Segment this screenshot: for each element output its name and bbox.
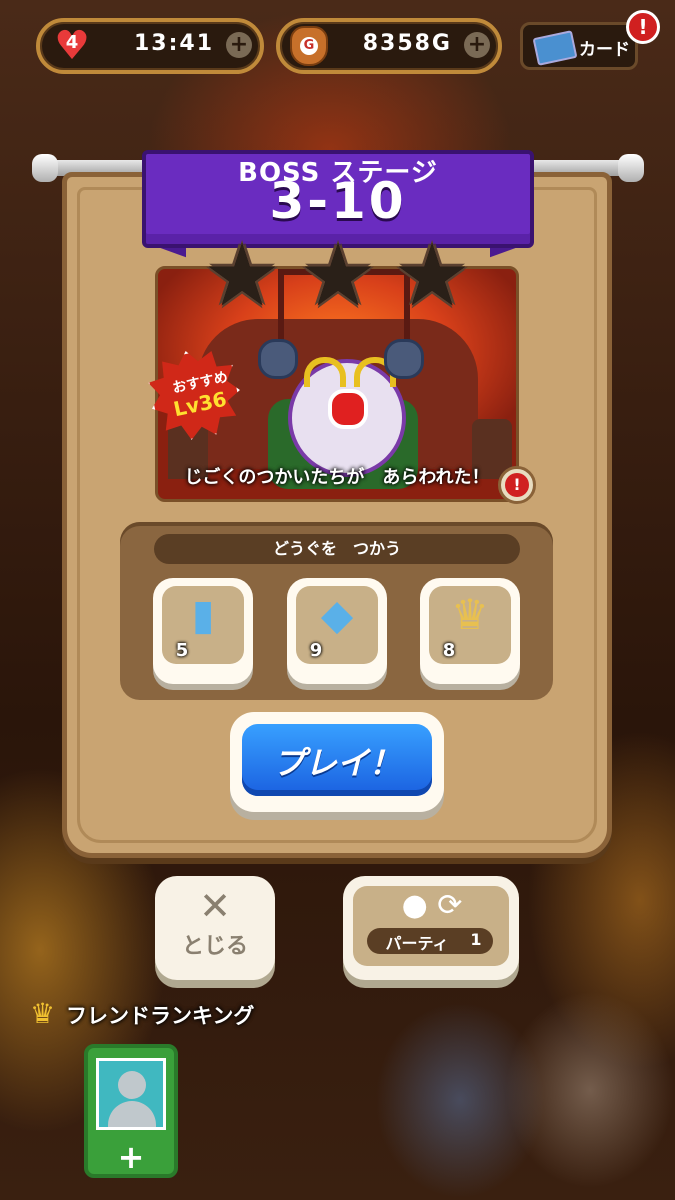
item-slot-crystal-bag[interactable]: ◆ 9 [287, 578, 387, 684]
item-slot-winged-crown[interactable]: ♛ 8 [420, 578, 520, 684]
add-friend-card[interactable]: + [84, 1044, 178, 1178]
monster-eye [328, 389, 368, 429]
add-gold-button[interactable]: + [464, 32, 490, 58]
add-icon: + [117, 1138, 145, 1176]
items-label: どうぐを つかう [154, 534, 520, 564]
add-stamina-button[interactable]: + [226, 32, 252, 58]
stage-info-button[interactable]: ! [498, 466, 536, 504]
item-count: 8 [442, 640, 456, 661]
scroll-rod-end-right [618, 154, 644, 182]
star-2-empty: ★ [299, 226, 377, 326]
gold-amount: 8358G [362, 31, 452, 56]
avatar [96, 1058, 166, 1130]
play-button[interactable]: プレイ！ [230, 712, 444, 812]
stage-number: 3-10 [269, 172, 407, 230]
item-count: 9 [309, 640, 323, 661]
friend-ranking-label: フレンドランキング [66, 1004, 255, 1028]
card-icon [532, 30, 578, 66]
gold-bag-icon: G [290, 26, 328, 66]
close-label: とじる [181, 934, 248, 959]
monster-horn-left [304, 357, 346, 387]
card-label: カード [579, 40, 630, 60]
party-label: パーティ [385, 934, 449, 953]
star-3-empty: ★ [393, 226, 471, 326]
bottle-icon: ▮ [191, 590, 215, 639]
item-slot-bottle[interactable]: ▮ 5 [153, 578, 253, 684]
card-alert-badge: ! [626, 10, 660, 44]
scroll-rod-end-left [32, 154, 58, 182]
card-button[interactable]: カード [520, 22, 638, 70]
alert-icon: ! [505, 473, 529, 497]
stamina-timer: 13:41 [133, 31, 214, 56]
scene-caption: じごくのつかいたちが あらわれた！ [184, 467, 490, 488]
star-1-empty: ★ [203, 226, 281, 326]
play-label: プレイ！ [272, 744, 401, 782]
stamina-counter: ♥ 4 13:41 + [36, 18, 264, 74]
mace-right [384, 339, 424, 379]
winged-crown-icon: ♛ [451, 590, 489, 639]
heart-count: 4 [65, 32, 79, 53]
slime-swap-icon: ● ⟳ [401, 888, 463, 923]
close-button[interactable]: ✕ とじる [155, 876, 275, 980]
party-number: 1 [470, 930, 482, 949]
crystal-bag-icon: ◆ [320, 590, 354, 639]
close-icon: ✕ [199, 884, 231, 928]
mace-left [258, 339, 298, 379]
party-button[interactable]: ● ⟳ パーティ 1 [343, 876, 519, 980]
item-count: 5 [175, 640, 189, 661]
gold-counter: G 8358G + [276, 18, 502, 74]
crown-icon: ♛ [30, 997, 56, 1030]
